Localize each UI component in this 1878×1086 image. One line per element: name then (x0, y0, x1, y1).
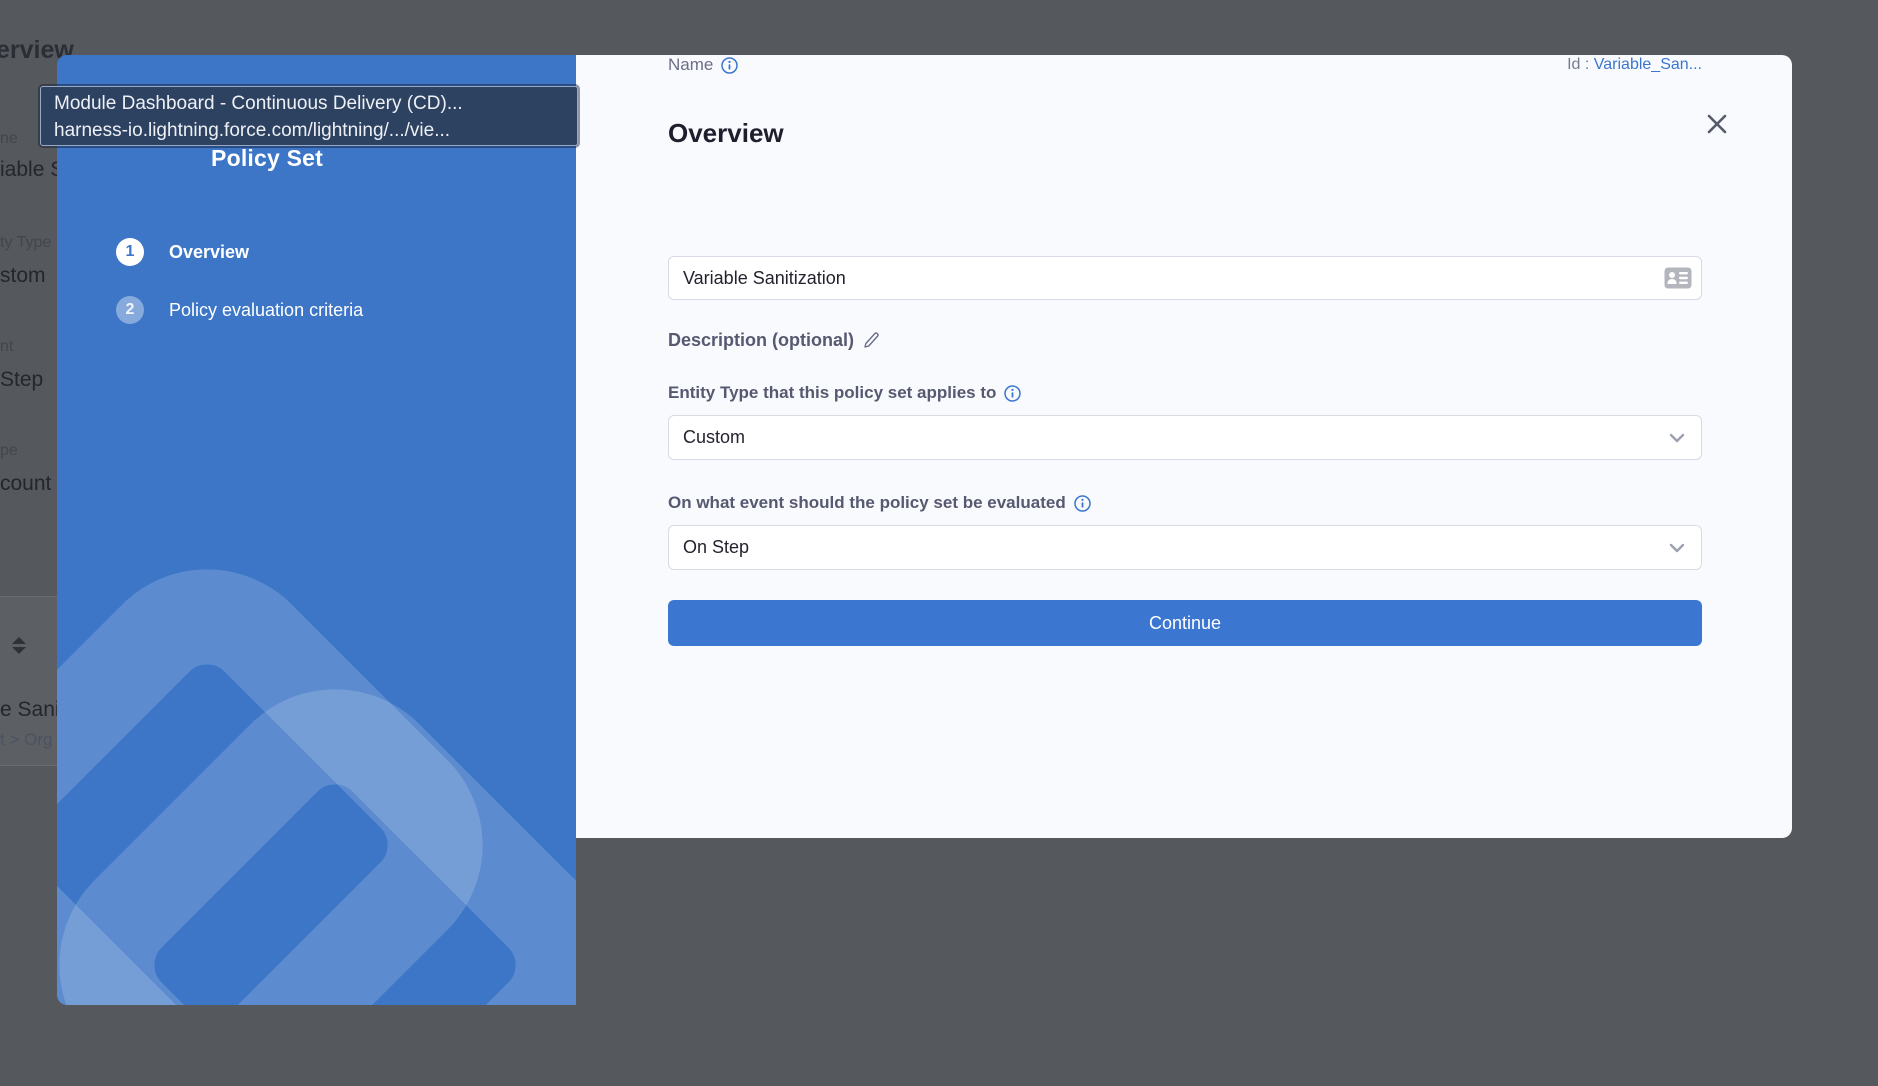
id-prefix: Id : (1567, 56, 1589, 73)
step-label: Policy evaluation criteria (169, 300, 363, 321)
entity-id: Id : Variable_San... (1567, 56, 1702, 74)
event-value: On Step (683, 537, 749, 558)
wizard-step-policy-evaluation-criteria[interactable]: 2 Policy evaluation criteria (116, 296, 363, 324)
name-label: Name (668, 55, 713, 75)
tooltip-title: Module Dashboard - Continuous Delivery (… (54, 90, 565, 117)
entity-id-link[interactable]: Variable_San... (1594, 56, 1702, 73)
sort-icon (12, 637, 26, 654)
background-name-value: iable S (0, 158, 64, 182)
description-row: Description (optional) (668, 330, 881, 351)
step-number-badge: 1 (116, 238, 144, 266)
continue-button[interactable]: Continue (668, 600, 1702, 646)
wizard-title: Policy Set (57, 145, 477, 172)
policy-set-wizard-sidebar: Policy Set 1 Overview 2 Policy evaluatio… (57, 55, 576, 1005)
close-icon (1706, 113, 1728, 135)
entity-type-label: Entity Type that this policy set applies… (668, 383, 996, 403)
background-event-label: nt (0, 338, 13, 356)
description-label: Description (optional) (668, 330, 854, 351)
tooltip-url: harness-io.lightning.force.com/lightning… (54, 117, 565, 144)
chevron-down-icon (1669, 433, 1685, 443)
name-input[interactable] (668, 256, 1702, 300)
background-name-label: ne (0, 130, 18, 148)
background-entity-value: stom (0, 264, 46, 288)
close-button[interactable] (1704, 111, 1730, 137)
link-preview-tooltip: Module Dashboard - Continuous Delivery (… (40, 86, 578, 146)
wizard-step-overview[interactable]: 1 Overview (116, 238, 249, 266)
event-label: On what event should the policy set be e… (668, 493, 1066, 513)
event-select[interactable]: On Step (668, 525, 1702, 570)
edit-description-icon[interactable] (862, 331, 881, 350)
step-label: Overview (169, 242, 249, 263)
event-row: On what event should the policy set be e… (668, 493, 1091, 513)
form-content: Name Id : Variable_San... (668, 55, 1702, 838)
entity-type-select[interactable]: Custom (668, 415, 1702, 460)
overview-form-panel: Overview Name Id : Variable_San... (576, 55, 1792, 838)
background-type-label: pe (0, 442, 18, 460)
entity-type-row: Entity Type that this policy set applies… (668, 383, 1021, 403)
info-icon[interactable] (1074, 495, 1091, 512)
background-entity-label: ty Type (0, 234, 51, 252)
info-icon[interactable] (721, 57, 738, 74)
background-account-value: count : (0, 472, 63, 496)
contact-card-autofill-icon[interactable] (1664, 267, 1692, 289)
info-icon[interactable] (1004, 385, 1021, 402)
background-row-name: e Sani (0, 698, 60, 722)
screen: erview ne iable S ty Type stom nt Step p… (0, 0, 1878, 1086)
background-event-value: Step (0, 368, 43, 392)
background-row-scope: t > Org (0, 730, 52, 750)
name-label-row: Name Id : Variable_San... (668, 55, 1702, 75)
chevron-down-icon (1669, 543, 1685, 553)
entity-type-value: Custom (683, 427, 745, 448)
step-number-badge: 2 (116, 296, 144, 324)
